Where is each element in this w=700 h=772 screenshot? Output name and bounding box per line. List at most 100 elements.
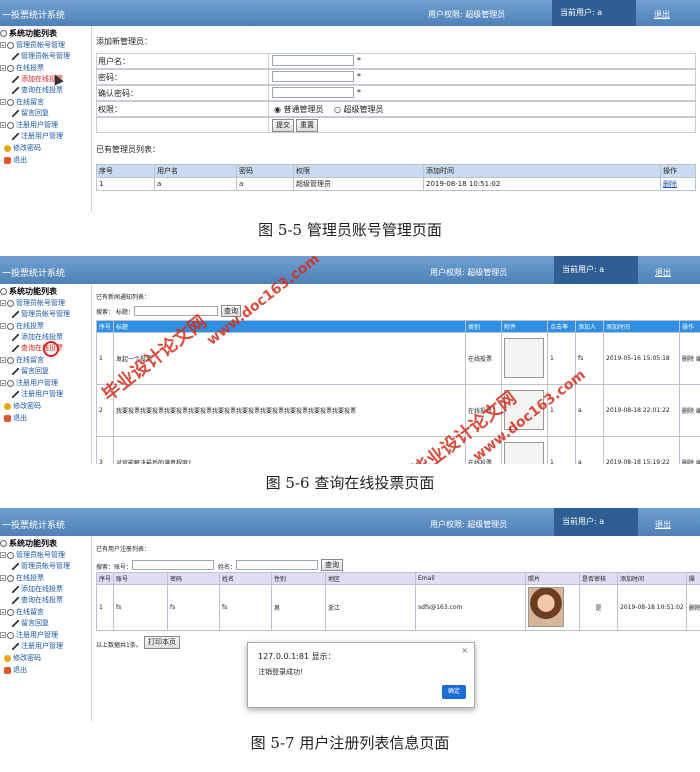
submit-button[interactable]: 提交 bbox=[272, 119, 294, 132]
sidebar-item-admin-sub[interactable]: 管理员帐号管理 bbox=[12, 51, 70, 61]
cell: 2019-08-18 10:51:02 bbox=[617, 584, 687, 631]
col-header: Email bbox=[415, 572, 527, 585]
sidebar-item-users[interactable]: 注册用户管理 bbox=[0, 120, 58, 130]
pen-icon bbox=[12, 596, 19, 604]
total-count-text: 以上数据共1条。 bbox=[96, 642, 142, 649]
ok-button[interactable]: 确定 bbox=[442, 685, 466, 699]
username-input[interactable] bbox=[272, 55, 354, 66]
gear-icon bbox=[7, 356, 14, 364]
confirm-password-input[interactable] bbox=[272, 87, 354, 98]
action-links[interactable]: 删除 编 bbox=[679, 332, 700, 385]
collapse-icon bbox=[0, 323, 6, 329]
sidebar-item-message[interactable]: 在线留言 bbox=[0, 607, 44, 617]
sidebar-item-admin[interactable]: 管理员帐号管理 bbox=[0, 40, 65, 50]
logout-link[interactable]: 退出 bbox=[655, 519, 671, 530]
delete-link[interactable]: 删除 bbox=[660, 177, 696, 191]
action-links[interactable]: 删除 编 bbox=[679, 436, 700, 464]
col-header: 用户名 bbox=[154, 164, 237, 178]
cell: 3 bbox=[95, 436, 115, 464]
print-button[interactable]: 打印本页 bbox=[144, 636, 180, 649]
col-header: 序号 bbox=[95, 320, 115, 333]
close-icon[interactable]: × bbox=[461, 646, 468, 655]
gear-icon bbox=[7, 98, 14, 106]
account-search-input[interactable] bbox=[132, 560, 214, 570]
sidebar-item-password[interactable]: 修改密码 bbox=[4, 401, 41, 411]
sidebar-item-add-vote[interactable]: 添加在线投票 bbox=[12, 584, 63, 594]
section-add-admin: 添加新管理员： bbox=[96, 37, 152, 46]
sidebar-item-users-sub[interactable]: 注册用户管理 bbox=[12, 131, 63, 141]
sidebar-item-vote[interactable]: 在线投票 bbox=[0, 573, 44, 583]
permission-text: 用户权限: 超级管理员 bbox=[430, 268, 508, 277]
current-user: 当前用户: a bbox=[554, 508, 638, 536]
action-links[interactable]: 删除 编 bbox=[679, 384, 700, 437]
account-search-label: 搜索：账号： bbox=[96, 564, 133, 571]
sidebar-item-vote[interactable]: 在线投票 bbox=[0, 321, 44, 331]
sidebar-item-users[interactable]: 注册用户管理 bbox=[0, 630, 58, 640]
cell: fs bbox=[113, 584, 169, 631]
sidebar-item-admin[interactable]: 管理员帐号管理 bbox=[0, 550, 65, 560]
app-title: 一投票统计系统 bbox=[2, 521, 66, 531]
sidebar-title: 系统功能列表 bbox=[0, 28, 57, 39]
header-bar: 一投票统计系统 用户权限: 超级管理员 当前用户: a 退出 bbox=[0, 508, 700, 536]
sidebar-item-exit[interactable]: 退出 bbox=[4, 413, 27, 423]
logout-link[interactable]: 退出 bbox=[655, 267, 671, 278]
cell: 2019-08-18 10:51:02 bbox=[423, 177, 661, 191]
sidebar-item-reply[interactable]: 留言回复 bbox=[12, 108, 49, 118]
sidebar-item-admin[interactable]: 管理员帐号管理 bbox=[0, 298, 65, 308]
sidebar-item-vote[interactable]: 在线投票 bbox=[0, 63, 44, 73]
sidebar-item-reply[interactable]: 留言回复 bbox=[12, 366, 49, 376]
sidebar-item-query-vote[interactable]: 查询在线投票 bbox=[12, 85, 63, 95]
collapse-icon bbox=[0, 65, 6, 71]
exit-icon bbox=[4, 414, 11, 422]
radio-normal-admin[interactable]: ◉ 普通管理员 bbox=[274, 104, 324, 115]
sidebar-item-users[interactable]: 注册用户管理 bbox=[0, 378, 58, 388]
logout-link[interactable]: 退出 bbox=[654, 9, 670, 20]
col-header: 添加时间 bbox=[603, 320, 681, 333]
cell: 2019-08-18 22:01:22 bbox=[603, 384, 681, 437]
sidebar-title: 系统功能列表 bbox=[0, 286, 57, 297]
col-header: 地区 bbox=[325, 572, 417, 585]
sidebar-item-users-sub[interactable]: 注册用户管理 bbox=[12, 389, 63, 399]
sidebar-item-exit[interactable]: 退出 bbox=[4, 665, 27, 675]
exit-icon bbox=[4, 156, 11, 164]
col-header: 附件 bbox=[501, 320, 549, 333]
name-search-input[interactable] bbox=[236, 560, 318, 570]
sidebar-item-password[interactable]: 修改密码 bbox=[4, 143, 41, 153]
search-button[interactable]: 查询 bbox=[321, 559, 343, 571]
delete-link[interactable]: 删除 bbox=[685, 584, 700, 631]
figure-caption-5-6: 图 5-6 查询在线投票页面 bbox=[265, 474, 435, 492]
sidebar-item-add-vote[interactable]: 添加在线投票 bbox=[12, 332, 63, 342]
confirm-password-label: 确认密码： bbox=[98, 89, 138, 98]
photo-cell bbox=[525, 584, 581, 631]
cell: a bbox=[575, 436, 605, 464]
sidebar-item-exit[interactable]: 退出 bbox=[4, 155, 27, 165]
sidebar-item-message[interactable]: 在线留言 bbox=[0, 355, 44, 365]
sidebar-item-admin-sub[interactable]: 管理员帐号管理 bbox=[12, 561, 70, 571]
sidebar-title: 系统功能列表 bbox=[0, 538, 57, 549]
sidebar-item-query-vote[interactable]: 查询在线投票 bbox=[12, 595, 63, 605]
pen-icon bbox=[12, 562, 19, 570]
username-label: 用户名： bbox=[98, 57, 130, 66]
app-title: 一投票统计系统 bbox=[2, 269, 66, 279]
radio-super-admin[interactable]: ○ 超级管理员 bbox=[334, 104, 384, 115]
collapse-icon bbox=[0, 552, 6, 558]
col-header: 点击率 bbox=[547, 320, 577, 333]
figure-caption-5-7: 图 5-7 用户注册列表信息页面 bbox=[250, 734, 450, 752]
gear-icon bbox=[7, 574, 14, 582]
cell: 1 bbox=[96, 177, 155, 191]
permission-text: 用户权限: 超级管理员 bbox=[430, 520, 508, 529]
password-input[interactable] bbox=[272, 71, 354, 82]
col-header: 操作 bbox=[660, 164, 696, 178]
collapse-icon bbox=[0, 380, 6, 386]
title-search-input[interactable] bbox=[134, 306, 218, 316]
search-label: 搜索： 标题： bbox=[96, 309, 134, 316]
cell: 是 bbox=[579, 584, 619, 631]
col-header: 类别 bbox=[465, 320, 503, 333]
sidebar-item-reply[interactable]: 留言回复 bbox=[12, 618, 49, 628]
sidebar-item-admin-sub[interactable]: 管理员帐号管理 bbox=[12, 309, 70, 319]
sidebar-item-password[interactable]: 修改密码 bbox=[4, 653, 41, 663]
reset-button[interactable]: 重置 bbox=[296, 119, 318, 132]
sidebar-item-message[interactable]: 在线留言 bbox=[0, 97, 44, 107]
sidebar-item-users-sub[interactable]: 注册用户管理 bbox=[12, 641, 63, 651]
gear-icon bbox=[7, 631, 14, 639]
